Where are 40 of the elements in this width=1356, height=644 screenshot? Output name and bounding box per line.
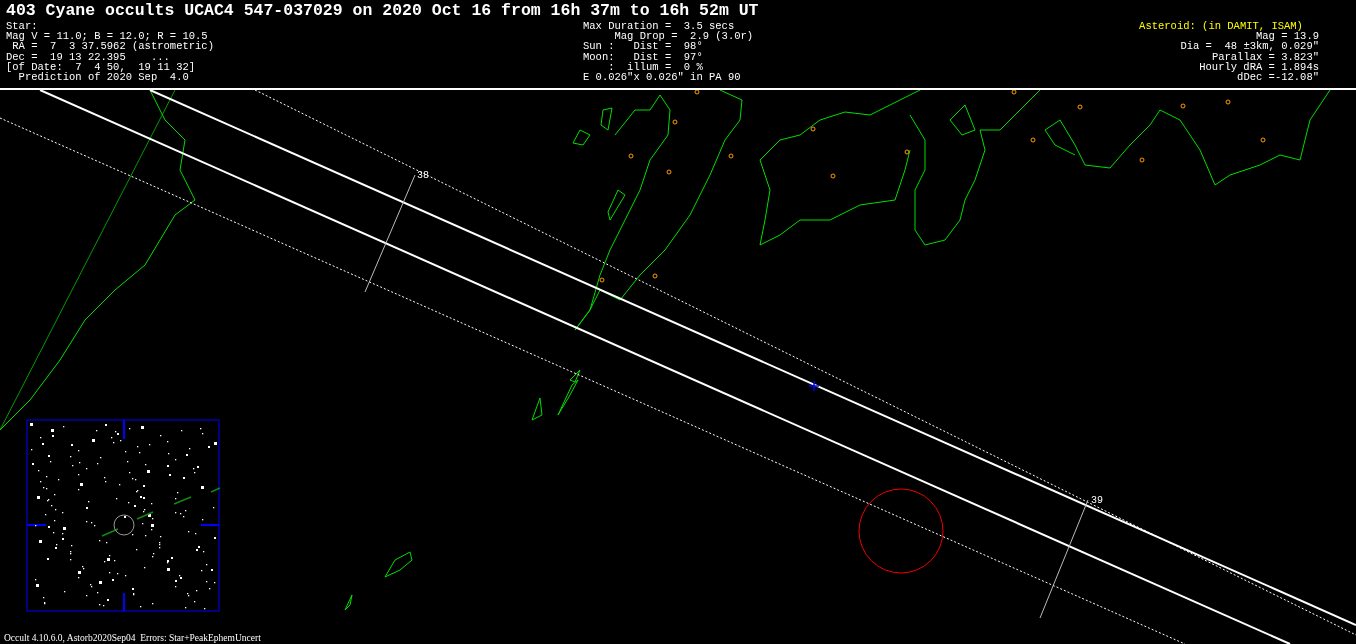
minor-planet-marker [694,90,700,95]
star-info-line: Prediction of 2020 Sep 4.0 [18,72,189,83]
event-info-line: Max Duration = 3.5 secs [583,21,735,32]
asteroid-info-line: dDec =-12.08" [1237,72,1319,83]
event-info-line: Mag Drop = 2.9 (3.0r) [613,31,755,42]
asteroid-info-line: Mag = 13.9 [1256,31,1319,42]
minor-planet-marker [1139,157,1145,163]
asteroid-heading: Asteroid: (in DAMIT, ISAM) [1139,21,1303,32]
minor-planet-marker [666,169,672,175]
minor-planet-marker [810,126,816,132]
star-info-line: Star: [6,21,39,32]
event-info-line: Moon: Dist = 97° [583,51,704,62]
target-cross-icon [808,380,820,392]
event-info-line: : illum = 0 % [608,61,704,72]
minor-planet-marker [1011,90,1017,95]
minor-planet-marker [1225,99,1231,105]
minor-planet-marker [1180,103,1186,109]
map-title: 403 Cyane occults UCAC4 547-037029 on 2020 Oct 16 from 16h 37m to 16h 52m UT [6,2,760,20]
time-mark-label: 39 [1091,495,1103,506]
star-info-line: Mag V = 11.0; B = 12.0; R = 10.5 [6,31,208,42]
minor-planet-marker [1077,104,1083,110]
minor-planet-marker [599,277,605,283]
asteroid-info-line: Hourly dRA = 1.894s [1199,61,1319,72]
star-info-line: RA = 7 3 37.5962 (astrometric) [12,41,215,52]
event-info-line: Sun : Dist = 98° [583,41,704,52]
event-info-line: E 0.026"x 0.026" in PA 90 [583,72,742,83]
asteroid-info-line: Dia = 48 ±3km, 0.029" [1180,41,1319,52]
minor-planet-marker [728,153,734,159]
minor-planet-marker [628,153,634,159]
version-footer: Occult 4.10.6.0, Astorb2020Sep04 Errors: Star+PeakEphemUncert [4,633,261,643]
time-mark-label: 38 [417,170,429,181]
minor-planet-marker [652,273,658,279]
asteroid-info-line: Parallax = 3.823" [1211,51,1319,62]
minor-planet-marker [830,173,836,179]
minor-planet-marker [1260,137,1266,143]
minor-planet-marker [904,149,910,155]
minor-planet-marker [1030,137,1036,143]
star-info-line: [of Date: 7 4 50, 19 11 32] [6,61,197,72]
minor-planet-marker [672,119,678,125]
star-info-line: Dec = 19 13 22.395 ... [6,51,170,62]
